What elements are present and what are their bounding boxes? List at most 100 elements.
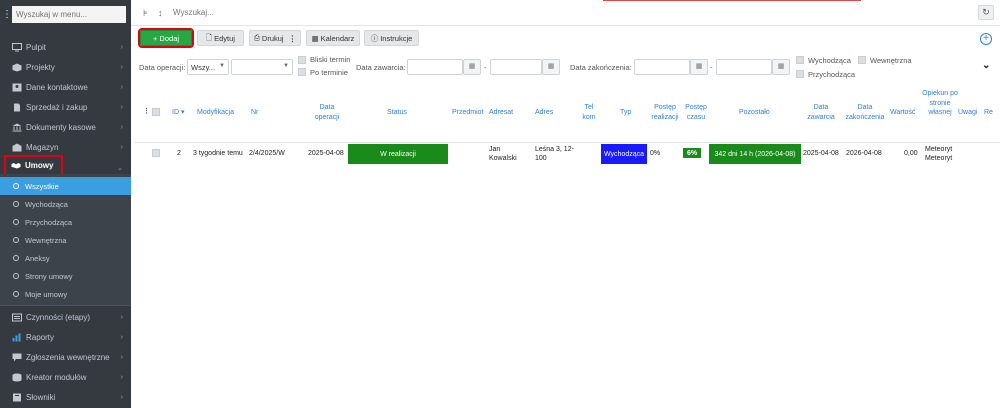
after-deadline-label: Po terminie (310, 68, 348, 77)
instructions-button[interactable]: ⓘ Instrukcje (364, 30, 419, 46)
sidebar-item-label: Słowniki (26, 392, 56, 402)
row-checkbox[interactable] (152, 149, 160, 157)
header-status[interactable]: Status (387, 108, 407, 118)
submenu-item-wewnetrzna[interactable]: Wewnętrzna (0, 231, 131, 249)
info-icon: ⓘ (370, 33, 379, 43)
header-remaining[interactable]: Pozostało (739, 108, 770, 118)
sidebar-item-dokumenty-kasowe[interactable]: Dokumenty kasowe › (0, 118, 131, 136)
calendar-icon[interactable]: ▦ (542, 59, 560, 75)
cell-end-date: 2026-04-08 (846, 150, 882, 157)
end-date-to-input[interactable] (716, 59, 772, 75)
header-type[interactable]: Typ (620, 108, 631, 118)
calendar-icon: ▦ (311, 33, 319, 43)
calendar-icon[interactable]: ▦ (772, 59, 790, 75)
sidebar-item-kreator[interactable]: Kreator modułów › (0, 368, 131, 386)
sidebar-item-label: Dane kontaktowe (26, 82, 88, 92)
submenu-item-aneksy[interactable]: Aneksy (0, 249, 131, 267)
chart-icon (11, 333, 22, 342)
select-all-checkbox[interactable] (152, 108, 160, 116)
submenu-item-label: Aneksy (25, 253, 50, 263)
more-options-icon[interactable]: ⋮ (289, 34, 297, 43)
tasks-icon (11, 313, 22, 322)
outgoing-label: Wychodząca (808, 56, 851, 65)
chevron-right-icon: › (120, 394, 123, 401)
submenu-item-wychodzaca[interactable]: Wychodząca (0, 195, 131, 213)
global-search-input[interactable]: Wyszukaj... (173, 8, 214, 17)
sidebar-item-zgloszenia[interactable]: Zgłoszenia wewnętrzne › (0, 348, 131, 366)
header-end-date[interactable]: Data zakończenia (843, 103, 887, 122)
print-icon: ⎙ (253, 33, 260, 42)
incoming-checkbox[interactable] (796, 70, 804, 78)
conclusion-date-from-input[interactable] (407, 59, 463, 75)
sort-icon[interactable]: ↕ (158, 8, 163, 18)
submenu-item-strony-umowy[interactable]: Strony umowy (0, 267, 131, 285)
sidebar-item-slowniki[interactable]: Słowniki › (0, 388, 131, 406)
cell-conclusion-date: 2025-04-08 (803, 150, 839, 157)
add-button[interactable]: + Dodaj (138, 28, 194, 48)
edit-button[interactable]: 🗋 Edytuj (197, 30, 244, 46)
after-deadline-checkbox[interactable] (298, 68, 306, 76)
submenu-item-wszystkie[interactable]: Wszystkie (0, 177, 131, 195)
sidebar-item-dane-kontaktowe[interactable]: Dane kontaktowe › (0, 78, 131, 96)
near-deadline-checkbox[interactable] (298, 56, 306, 64)
sidebar-item-czynnosci[interactable]: Czynności (etapy) › (0, 308, 131, 326)
print-button[interactable]: ⎙ Drukuj ⋮ (249, 30, 301, 46)
header-extra[interactable]: Re (984, 108, 993, 118)
tree-icon[interactable]: ⊧ (143, 8, 148, 19)
sidebar-search-input[interactable] (12, 5, 126, 23)
submenu-item-przychodzaca[interactable]: Przychodząca (0, 213, 131, 231)
chevron-right-icon: › (120, 334, 123, 341)
header-own-guardian[interactable]: Opiekun po stronie własnej (920, 89, 960, 118)
end-date-from-input[interactable] (634, 59, 690, 75)
conclusion-date-to-input[interactable] (490, 59, 542, 75)
calendar-icon[interactable]: ▦ (463, 59, 481, 75)
range-separator: - (710, 63, 713, 72)
header-notes[interactable]: Uwagi (958, 108, 977, 118)
sidebar-item-label: Magazyn (26, 142, 59, 152)
sidebar-item-raporty[interactable]: Raporty › (0, 328, 131, 346)
cell-addressee: Jan Kowalski (489, 146, 517, 162)
add-circle-icon[interactable]: + (980, 33, 992, 45)
chevron-down-icon: ▼ (283, 63, 289, 69)
chevron-down-icon[interactable]: ⌄ (982, 60, 990, 71)
header-id[interactable]: ID ▾ (172, 108, 184, 118)
header-modification[interactable]: Modyfikacja (197, 108, 234, 118)
internal-checkbox[interactable] (858, 56, 866, 64)
sidebar-item-sprzedaz[interactable]: Sprzedaż i zakup › (0, 98, 131, 116)
submenu-item-moje-umowy[interactable]: Moje umowy (0, 285, 131, 303)
operation-date-range-select[interactable]: ▼ (231, 59, 293, 75)
cell-nr: 2/4/2025/W (249, 150, 285, 157)
header-time-progress[interactable]: Postęp czasu (683, 103, 709, 122)
document-icon (11, 103, 22, 112)
sidebar-item-projekty[interactable]: Projekty › (0, 58, 131, 76)
outgoing-checkbox[interactable] (796, 56, 804, 64)
header-conclusion-date[interactable]: Data zawarcia (803, 103, 839, 122)
operation-date-select[interactable]: Wszy... ▼ (187, 59, 229, 75)
database-icon (11, 373, 22, 382)
header-phone[interactable]: Tel kom (582, 103, 596, 122)
sidebar-item-magazyn[interactable]: Magazyn › (0, 138, 131, 156)
sidebar-item-label: Pulpit (26, 42, 47, 52)
calendar-icon[interactable]: ▦ (690, 59, 708, 75)
type-badge: Wychodząca (601, 144, 647, 164)
chevron-right-icon: › (120, 64, 123, 71)
sidebar-divider (0, 305, 131, 306)
submenu-item-label: Przychodząca (25, 217, 73, 227)
sidebar-item-umowy[interactable]: Umowy (4, 155, 63, 176)
header-realization-progress[interactable]: Postęp realizacji (648, 103, 682, 122)
header-subject[interactable]: Przedmiot (452, 108, 484, 118)
sidebar-item-label: Zgłoszenia wewnętrzne (26, 352, 110, 362)
header-addressee[interactable]: Adresat (489, 108, 513, 118)
header-nr[interactable]: Nr (251, 108, 258, 118)
calendar-button[interactable]: ▦ Kalendarz (306, 30, 360, 46)
circle-icon (13, 255, 19, 261)
refresh-icon[interactable]: ↻ (978, 5, 994, 20)
menu-dots-icon[interactable]: ⋮ (2, 9, 12, 20)
column-menu-icon[interactable]: ⋮ (143, 107, 150, 117)
header-value[interactable]: Wartość (890, 108, 915, 118)
header-operation-date[interactable]: Data operacji (310, 103, 344, 122)
sidebar-item-label: Umowy (25, 161, 54, 170)
header-address[interactable]: Adres (535, 108, 553, 118)
sidebar-item-pulpit[interactable]: Pulpit › (0, 38, 131, 56)
chevron-right-icon: › (120, 144, 123, 151)
